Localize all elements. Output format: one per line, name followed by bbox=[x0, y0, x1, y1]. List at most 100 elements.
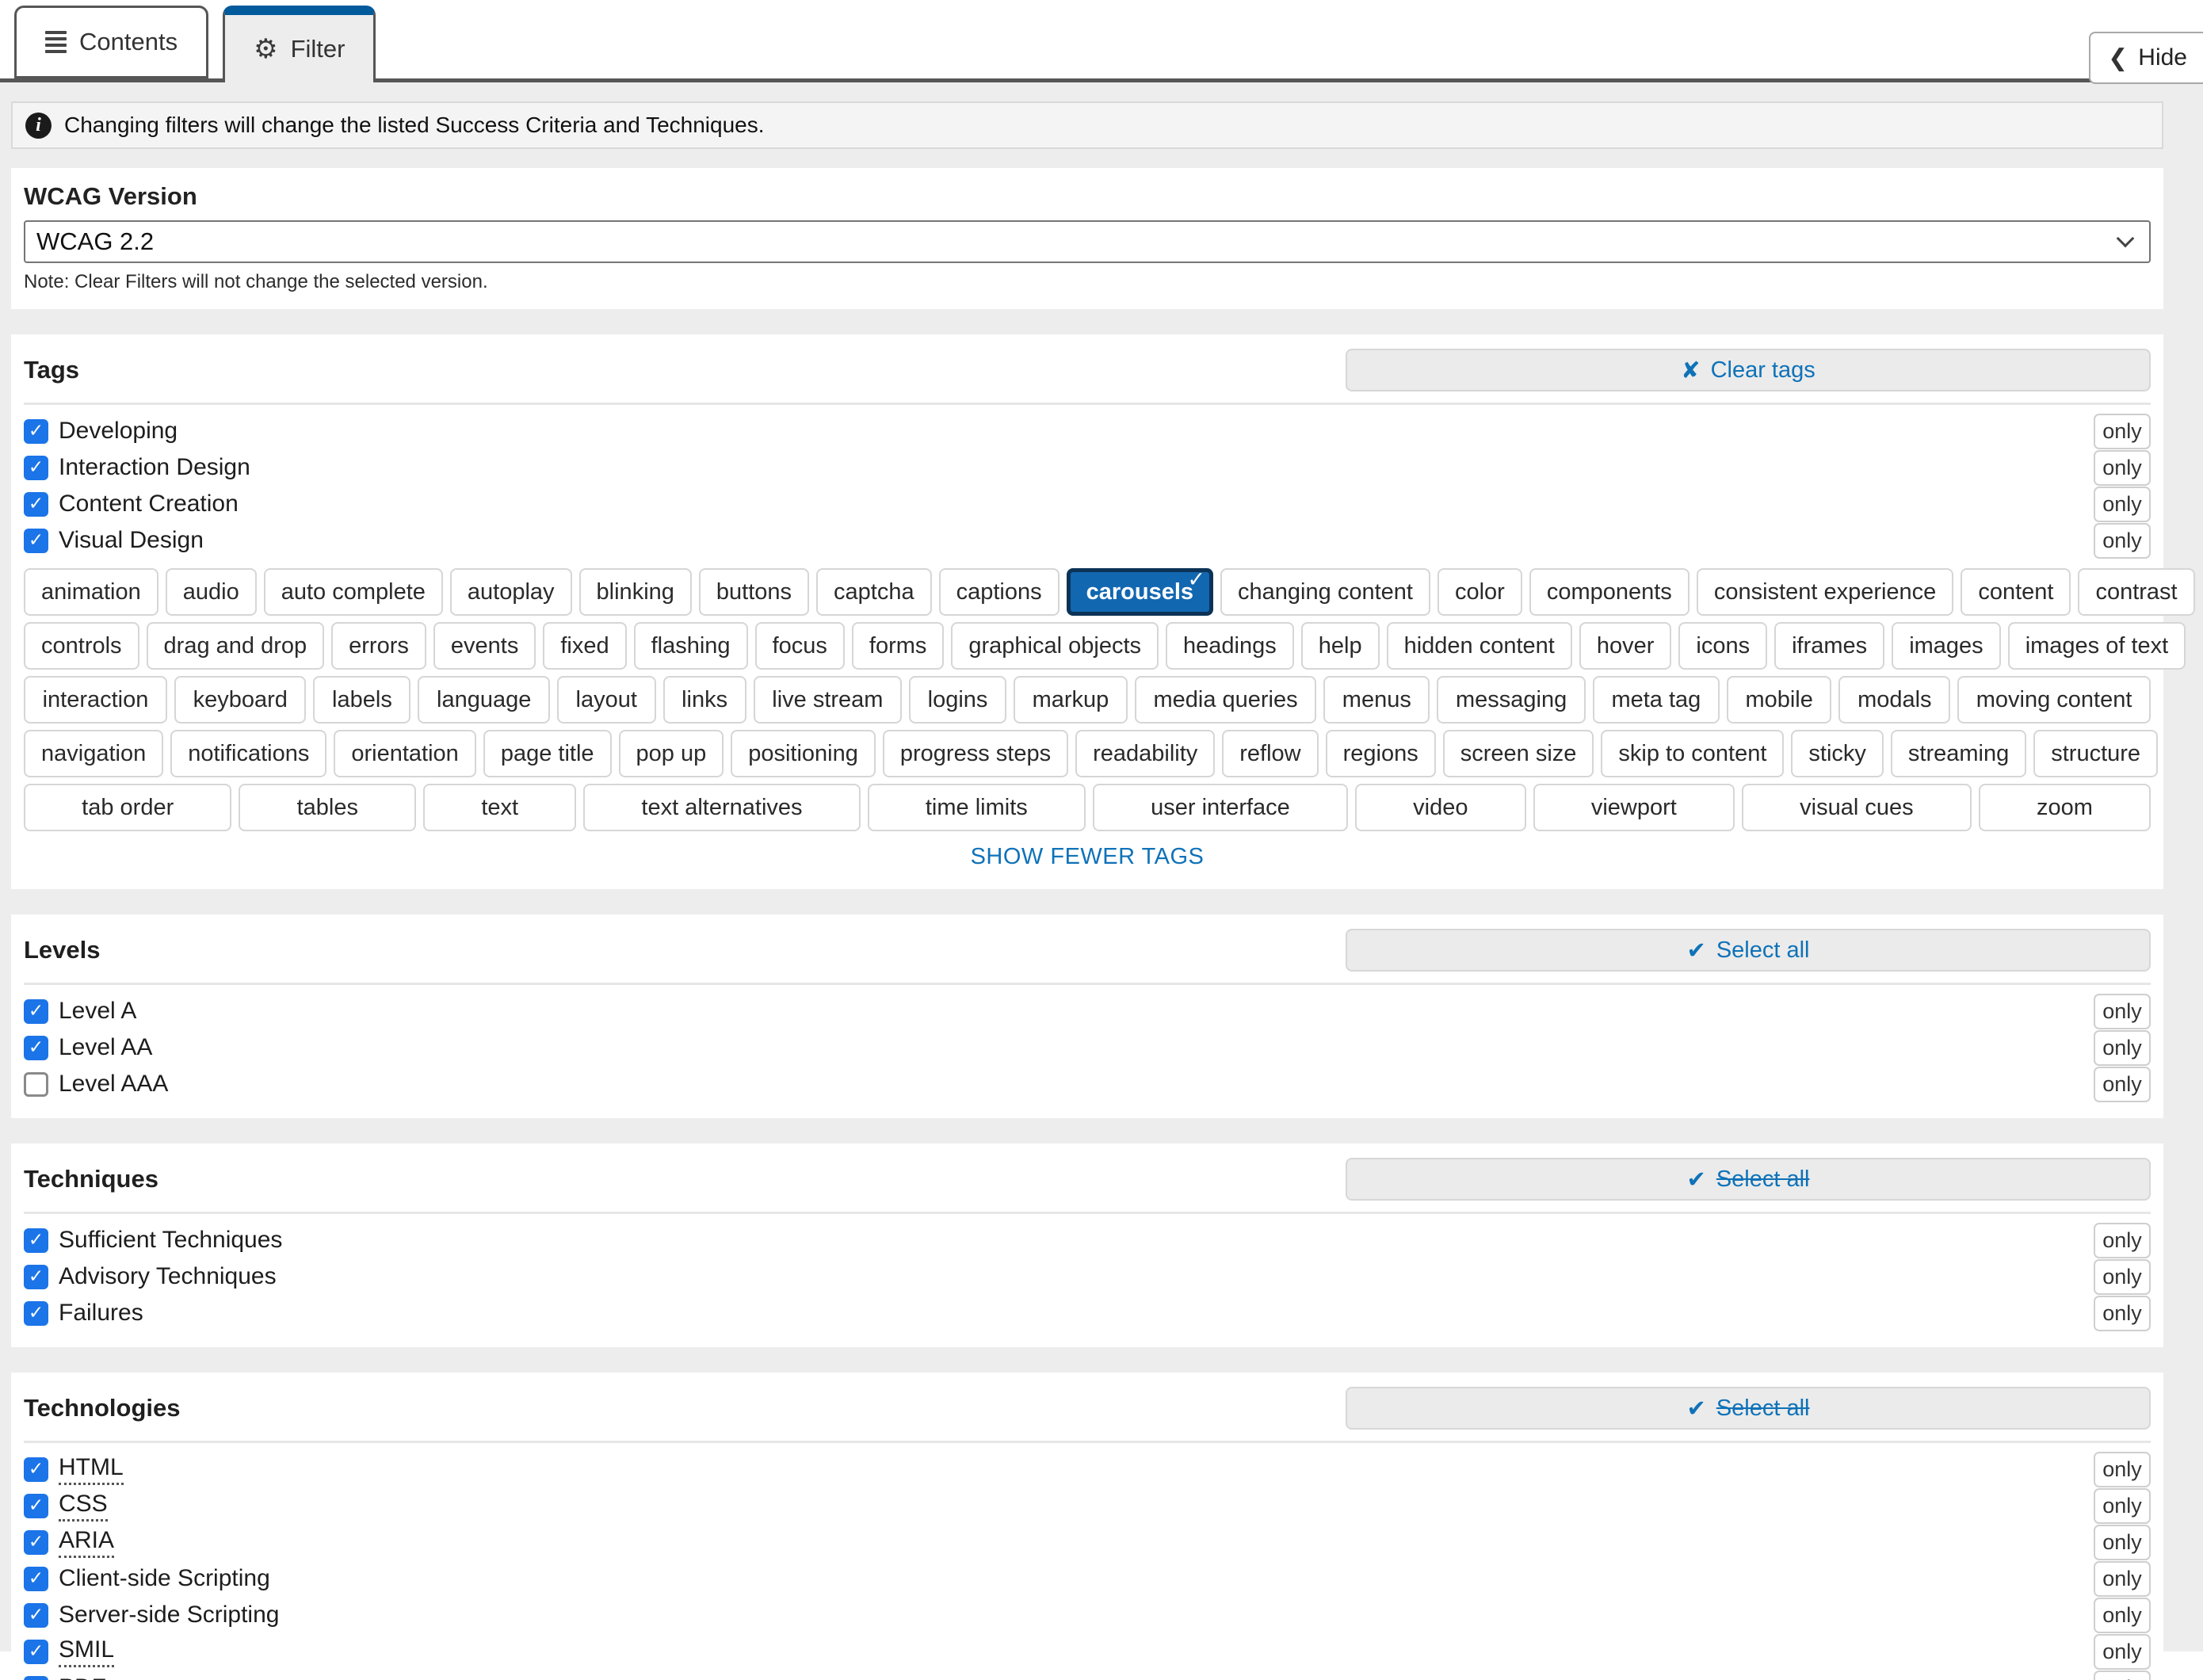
tag-button[interactable]: help bbox=[1301, 622, 1380, 670]
only-button[interactable]: only bbox=[2094, 1223, 2151, 1258]
tag-button[interactable]: fixed bbox=[543, 622, 626, 670]
tag-button[interactable]: text alternatives bbox=[583, 784, 860, 831]
tag-button[interactable]: media queries bbox=[1135, 676, 1316, 724]
tag-button[interactable]: menus bbox=[1323, 676, 1430, 724]
tag-button[interactable]: messaging bbox=[1437, 676, 1585, 724]
only-button[interactable]: only bbox=[2094, 994, 2151, 1029]
tag-button[interactable]: blinking bbox=[579, 568, 692, 616]
tag-button[interactable]: markup bbox=[1014, 676, 1128, 724]
checkbox-checked[interactable]: ✓ bbox=[24, 1603, 48, 1628]
tag-button[interactable]: headings bbox=[1166, 622, 1294, 670]
tag-button[interactable]: audio bbox=[166, 568, 257, 616]
only-button[interactable]: only bbox=[2094, 1296, 2151, 1331]
checkbox-checked[interactable]: ✓ bbox=[24, 1530, 48, 1555]
tag-button[interactable]: autoplay bbox=[450, 568, 572, 616]
tag-button[interactable]: components bbox=[1529, 568, 1689, 616]
tag-button[interactable]: consistent experience bbox=[1697, 568, 1954, 616]
clear-tags-button[interactable]: ✘ Clear tags bbox=[1346, 349, 2151, 391]
tag-button[interactable]: navigation bbox=[24, 730, 163, 777]
tag-button[interactable]: buttons bbox=[699, 568, 809, 616]
checkbox-checked[interactable]: ✓ bbox=[24, 492, 48, 517]
tag-button[interactable]: iframes bbox=[1774, 622, 1884, 670]
tag-button[interactable]: images of text bbox=[2008, 622, 2186, 670]
tab-contents[interactable]: Contents bbox=[14, 6, 208, 78]
tab-filter[interactable]: ⚙ Filter bbox=[223, 6, 376, 82]
checkbox-unchecked[interactable] bbox=[24, 1072, 48, 1097]
tag-button[interactable]: moving content bbox=[1957, 676, 2151, 724]
tag-button[interactable]: orientation bbox=[334, 730, 475, 777]
tag-button[interactable]: tab order bbox=[24, 784, 231, 831]
checkbox-checked[interactable]: ✓ bbox=[24, 1676, 48, 1680]
tag-button[interactable]: positioning bbox=[731, 730, 876, 777]
tag-button[interactable]: screen size bbox=[1443, 730, 1594, 777]
tag-button[interactable]: logins bbox=[909, 676, 1006, 724]
tag-button[interactable]: meta tag bbox=[1593, 676, 1720, 724]
tag-button[interactable]: user interface bbox=[1093, 784, 1348, 831]
only-button[interactable]: only bbox=[2094, 1634, 2151, 1670]
tag-button[interactable]: hidden content bbox=[1387, 622, 1572, 670]
tag-button[interactable]: streaming bbox=[1891, 730, 2026, 777]
tag-button[interactable]: progress steps bbox=[883, 730, 1068, 777]
checkbox-checked[interactable]: ✓ bbox=[24, 1265, 48, 1289]
tag-button[interactable]: labels bbox=[313, 676, 410, 724]
levels-select-all-button[interactable]: ✔ Select all bbox=[1346, 929, 2151, 972]
tag-button[interactable]: forms bbox=[852, 622, 945, 670]
tag-button[interactable]: interaction bbox=[24, 676, 167, 724]
only-button[interactable]: only bbox=[2094, 523, 2151, 559]
tag-button[interactable]: page title bbox=[483, 730, 612, 777]
tag-button[interactable]: skip to content bbox=[1601, 730, 1784, 777]
checkbox-checked[interactable]: ✓ bbox=[24, 1494, 48, 1518]
tag-button[interactable]: events bbox=[433, 622, 536, 670]
tag-button[interactable]: flashing bbox=[634, 622, 748, 670]
tag-button[interactable]: regions bbox=[1326, 730, 1436, 777]
tag-button[interactable]: changing content bbox=[1220, 568, 1430, 616]
tag-button[interactable]: notifications bbox=[170, 730, 326, 777]
show-fewer-tags-link[interactable]: SHOW FEWER TAGS bbox=[24, 844, 2151, 870]
tag-button[interactable]: keyboard bbox=[174, 676, 306, 724]
checkbox-checked[interactable]: ✓ bbox=[24, 1228, 48, 1253]
tag-button[interactable]: contrast bbox=[2078, 568, 2194, 616]
tag-button[interactable]: structure bbox=[2033, 730, 2158, 777]
techniques-select-all-button[interactable]: ✔ Select all bbox=[1346, 1158, 2151, 1201]
checkbox-checked[interactable]: ✓ bbox=[24, 999, 48, 1024]
tag-button-selected[interactable]: carousels✓ bbox=[1067, 568, 1213, 616]
only-button[interactable]: only bbox=[2094, 487, 2151, 522]
tag-button[interactable]: links bbox=[663, 676, 746, 724]
only-button[interactable]: only bbox=[2094, 1030, 2151, 1066]
tag-button[interactable]: language bbox=[418, 676, 550, 724]
only-button[interactable]: only bbox=[2094, 1259, 2151, 1295]
tag-button[interactable]: live stream bbox=[754, 676, 902, 724]
tag-button[interactable]: captcha bbox=[816, 568, 932, 616]
only-button[interactable]: only bbox=[2094, 414, 2151, 449]
only-button[interactable]: only bbox=[2094, 1561, 2151, 1597]
tag-button[interactable]: layout bbox=[557, 676, 656, 724]
tag-button[interactable]: sticky bbox=[1791, 730, 1884, 777]
tag-button[interactable]: graphical objects bbox=[951, 622, 1159, 670]
tag-button[interactable]: viewport bbox=[1533, 784, 1735, 831]
only-button[interactable]: only bbox=[2094, 450, 2151, 486]
tag-button[interactable]: reflow bbox=[1222, 730, 1318, 777]
tag-button[interactable]: controls bbox=[24, 622, 139, 670]
hide-button[interactable]: ❮ Hide bbox=[2089, 32, 2203, 84]
checkbox-checked[interactable]: ✓ bbox=[24, 1301, 48, 1326]
tag-button[interactable]: content bbox=[1961, 568, 2071, 616]
tag-button[interactable]: captions bbox=[939, 568, 1060, 616]
only-button[interactable]: only bbox=[2094, 1525, 2151, 1560]
tag-button[interactable]: focus bbox=[755, 622, 845, 670]
tag-button[interactable]: modals bbox=[1838, 676, 1950, 724]
checkbox-checked[interactable]: ✓ bbox=[24, 419, 48, 444]
checkbox-checked[interactable]: ✓ bbox=[24, 1640, 48, 1664]
only-button[interactable]: only bbox=[2094, 1452, 2151, 1487]
tag-button[interactable]: animation bbox=[24, 568, 158, 616]
tag-button[interactable]: color bbox=[1437, 568, 1522, 616]
tag-button[interactable]: tables bbox=[239, 784, 416, 831]
checkbox-checked[interactable]: ✓ bbox=[24, 1457, 48, 1482]
tag-button[interactable]: images bbox=[1892, 622, 2001, 670]
technologies-select-all-button[interactable]: ✔ Select all bbox=[1346, 1387, 2151, 1430]
tag-button[interactable]: time limits bbox=[868, 784, 1086, 831]
only-button[interactable]: only bbox=[2094, 1670, 2151, 1680]
only-button[interactable]: only bbox=[2094, 1067, 2151, 1102]
checkbox-checked[interactable]: ✓ bbox=[24, 456, 48, 480]
tag-button[interactable]: icons bbox=[1678, 622, 1767, 670]
tag-button[interactable]: pop up bbox=[619, 730, 724, 777]
